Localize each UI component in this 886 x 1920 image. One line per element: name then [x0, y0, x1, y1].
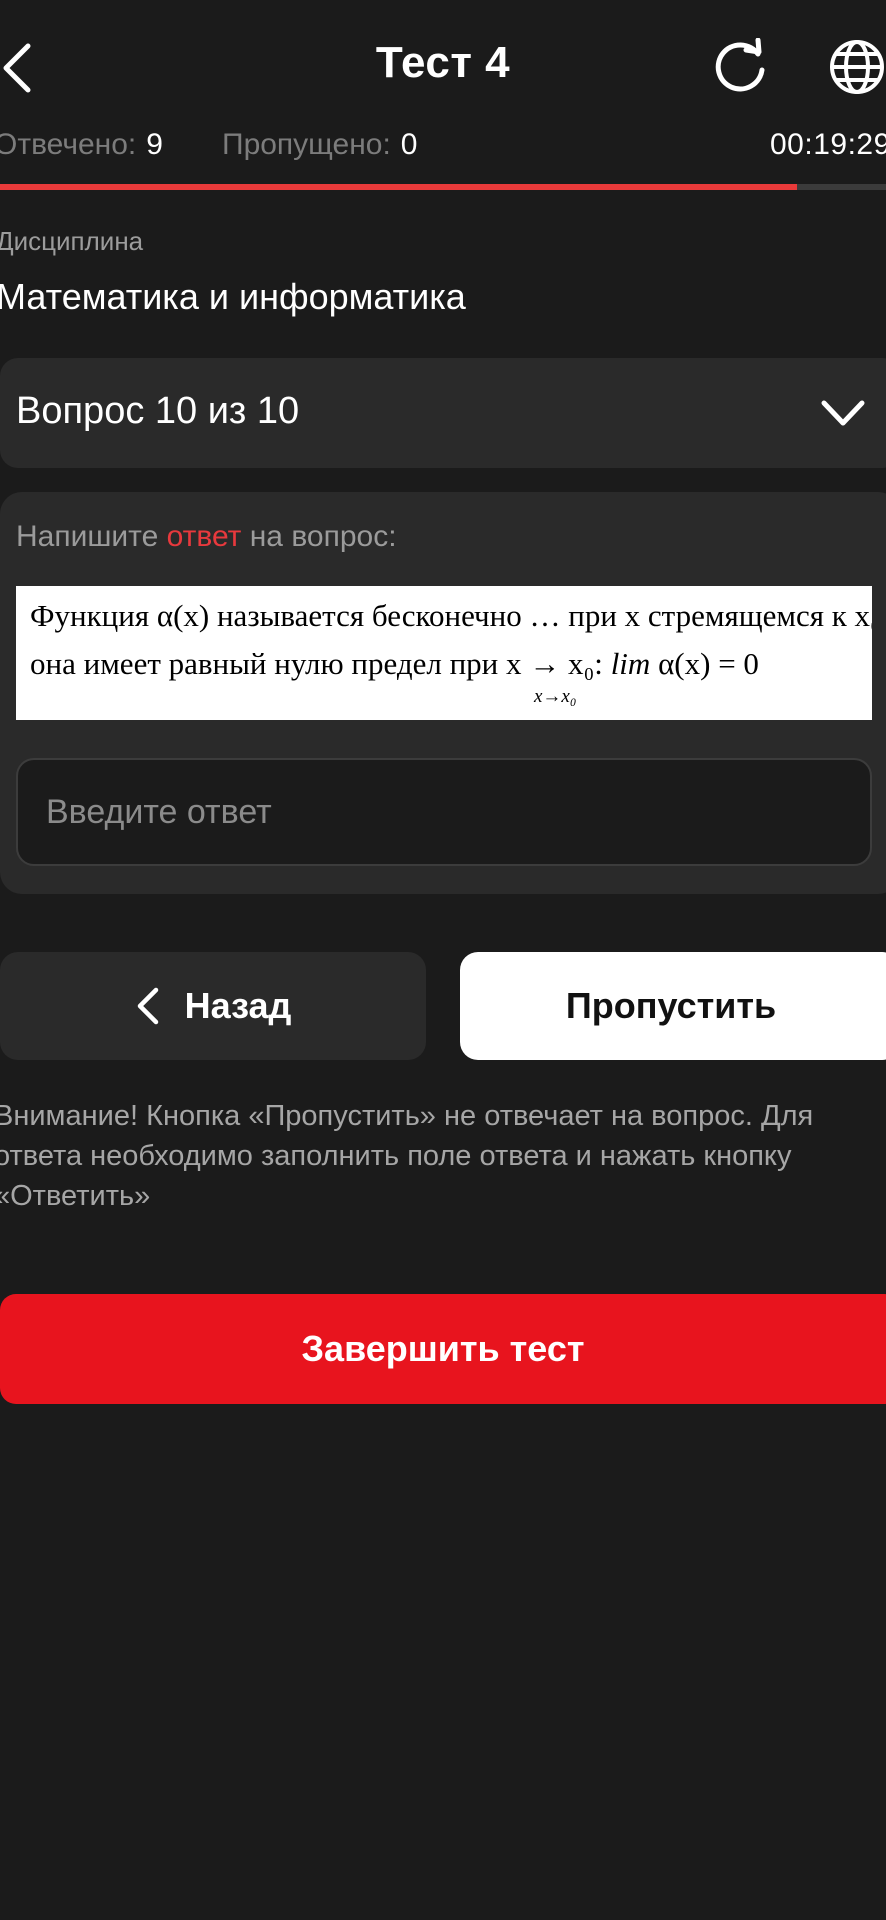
discipline-label: Дисциплина	[0, 226, 144, 256]
skip-button[interactable]: Пропустить	[460, 952, 886, 1060]
question-text-line2-a: она имеет равный нулю предел при x → x₀:	[30, 646, 603, 681]
question-text-line2: она имеет равный нулю предел при x → x₀:…	[30, 646, 759, 682]
refresh-button[interactable]	[712, 37, 770, 96]
progress-bar	[0, 184, 886, 190]
answer-input[interactable]	[16, 758, 872, 866]
chevron-left-icon	[137, 987, 158, 1025]
question-card: Напишите ответ на вопрос: Функция α(x) н…	[0, 492, 886, 894]
skipped-count: 0	[400, 128, 418, 161]
prompt-accent: ответ	[166, 520, 242, 553]
answered-stat: Отвечено: 9	[0, 128, 163, 162]
chevron-down-icon	[821, 400, 865, 426]
timer: 00:19:29	[770, 128, 886, 161]
prompt-text-before: Напишите	[16, 520, 167, 553]
language-button[interactable]	[828, 38, 886, 98]
lim-symbol: lim	[610, 646, 651, 681]
question-selector-label: Вопрос 10 из 10	[16, 390, 300, 432]
question-text-line2-b: α(x) = 0	[658, 646, 759, 681]
skip-button-label: Пропустить	[565, 985, 777, 1026]
skipped-label: Пропущено:	[222, 128, 391, 161]
answered-count: 9	[146, 128, 163, 161]
stats-row: Отвечено: 9 Пропущено: 0 00:19:29	[0, 128, 886, 174]
back-button[interactable]: Назад	[0, 952, 426, 1060]
progress-fill	[0, 184, 798, 190]
discipline-value: Математика и информатика	[0, 276, 466, 317]
warning-text: Внимание! Кнопка «Пропустить» не отвечае…	[0, 1100, 814, 1212]
finish-test-button[interactable]: Завершить тест	[0, 1294, 886, 1404]
back-button-label: Назад	[184, 985, 292, 1026]
question-selector[interactable]: Вопрос 10 из 10	[0, 358, 886, 468]
question-text-line1: Функция α(x) называется бесконечно … при…	[30, 598, 872, 633]
globe-icon	[830, 40, 884, 94]
header: Тест 4	[0, 0, 886, 130]
finish-test-label: Завершить тест	[301, 1328, 585, 1369]
question-prompt: Напишите ответ на вопрос:	[16, 520, 397, 554]
test-screen: Тест 4 Отвечено: 9 Пропущено: 0 00:19:29	[0, 0, 886, 1920]
question-image: Функция α(x) называется бесконечно … при…	[16, 586, 872, 720]
prompt-text-after: на вопрос:	[241, 520, 397, 553]
refresh-icon	[715, 37, 765, 92]
skipped-stat: Пропущено: 0	[222, 128, 417, 162]
answered-label: Отвечено:	[0, 128, 137, 161]
lim-subscript: x→x₀	[534, 686, 577, 707]
